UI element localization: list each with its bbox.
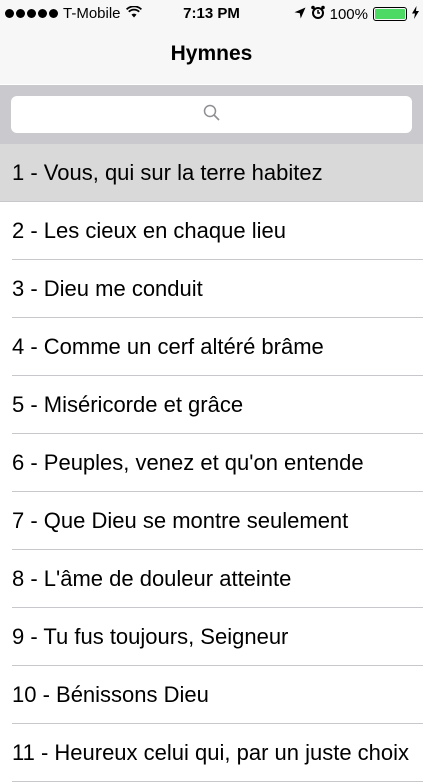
alarm-clock-icon <box>310 5 325 23</box>
list-item[interactable]: 11 - Heureux celui qui, par un juste cho… <box>0 724 423 782</box>
hymn-title: 10 - Bénissons Dieu <box>12 682 209 707</box>
hymn-title: 4 - Comme un cerf altéré brâme <box>12 334 324 359</box>
search-input[interactable] <box>11 96 412 133</box>
hymn-title: 2 - Les cieux en chaque lieu <box>12 218 286 243</box>
page-title: Hymnes <box>170 42 253 65</box>
battery-percent: 100% <box>329 5 368 23</box>
hymn-title: 7 - Que Dieu se montre seulement <box>12 508 349 533</box>
list-item[interactable]: 4 - Comme un cerf altéré brâme <box>0 318 423 376</box>
hymn-title: 8 - L'âme de douleur atteinte <box>12 566 292 591</box>
list-item[interactable]: 7 - Que Dieu se montre seulement <box>0 492 423 550</box>
search-bar <box>0 85 423 144</box>
hymn-title: 1 - Vous, qui sur la terre habitez <box>12 160 323 185</box>
hymn-title: 9 - Tu fus toujours, Seigneur <box>12 624 289 649</box>
hymn-list: 1 - Vous, qui sur la terre habitez 2 - L… <box>0 144 423 782</box>
status-bar: T-Mobile 7:13 PM 100% <box>0 0 423 28</box>
list-item[interactable]: 8 - L'âme de douleur atteinte <box>0 550 423 608</box>
list-item[interactable]: 10 - Bénissons Dieu <box>0 666 423 724</box>
hymn-title: 5 - Miséricorde et grâce <box>12 392 244 417</box>
location-arrow-icon <box>294 6 306 23</box>
list-item[interactable]: 3 - Dieu me conduit <box>0 260 423 318</box>
status-right: 100% <box>294 5 419 23</box>
list-item[interactable]: 2 - Les cieux en chaque lieu <box>0 202 423 260</box>
hymn-title: 11 - Heureux celui qui, par un juste cho… <box>12 740 410 765</box>
list-item[interactable]: 5 - Miséricorde et grâce <box>0 376 423 434</box>
hymn-title: 6 - Peuples, venez et qu'on entende <box>12 450 364 475</box>
list-item[interactable]: 6 - Peuples, venez et qu'on entende <box>0 434 423 492</box>
list-item[interactable]: 1 - Vous, qui sur la terre habitez <box>0 144 423 202</box>
search-icon <box>203 104 220 126</box>
navigation-bar: Hymnes <box>0 28 423 84</box>
hymn-title: 3 - Dieu me conduit <box>12 276 203 301</box>
list-item[interactable]: 9 - Tu fus toujours, Seigneur <box>0 608 423 666</box>
battery-icon <box>373 7 407 21</box>
charging-bolt-icon <box>412 5 419 23</box>
